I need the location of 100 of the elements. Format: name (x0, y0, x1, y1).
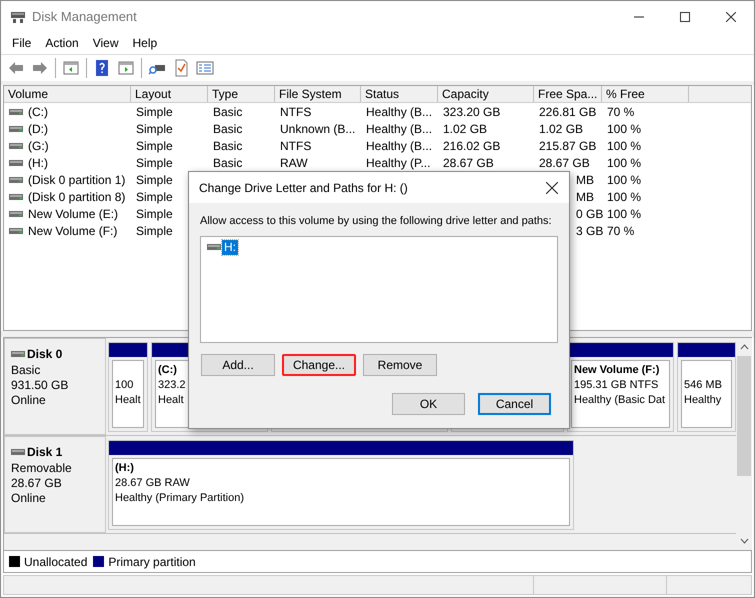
menu-item[interactable]: Help (126, 34, 164, 52)
table-cell-text: NTFS (280, 104, 312, 120)
table-cell-text: (D:) (28, 120, 48, 138)
partition-status: Healt (158, 394, 184, 406)
partition-header-bar (678, 343, 735, 357)
table-cell-text: Simple (136, 138, 173, 154)
dialog-button[interactable]: Remove (363, 354, 437, 376)
menu-item[interactable]: View (86, 34, 126, 52)
dialog-prompt: Allow access to this volume by using the following drive letter and paths: (200, 214, 552, 229)
table-cell-text: 0 GB (576, 206, 604, 222)
partition-status: Healthy (684, 394, 722, 406)
partition-status: Healt (115, 394, 141, 406)
column-header[interactable]: % Free (602, 86, 689, 102)
disk-name: Disk 0 (27, 346, 62, 363)
partition-label: New Volume (F:) (574, 364, 660, 376)
table-cell-text: (H:) (28, 154, 48, 172)
column-header[interactable]: Volume (4, 86, 131, 102)
table-cell-text: 100 % (607, 206, 642, 222)
column-header[interactable]: File System (275, 86, 361, 102)
table-cell-text: Simple (136, 188, 173, 206)
table-cell-text: Basic (213, 120, 242, 138)
table-cell-text: New Volume (F:) (28, 222, 118, 240)
drive-icon (207, 244, 221, 250)
table-cell-text: 323.20 GB (443, 104, 500, 120)
column-header[interactable]: Type (208, 86, 275, 102)
table-cell-text: Basic (213, 138, 242, 154)
paths-list[interactable]: H: (200, 236, 558, 342)
dialog-button[interactable]: Change... (282, 354, 356, 376)
partition-label: (H:) (115, 462, 134, 474)
disk-info: Basic (11, 363, 42, 378)
table-cell-text: 1.02 GB (539, 120, 584, 138)
table-cell-text: (C:) (28, 104, 48, 120)
table-cell-text: 100 % (607, 154, 642, 172)
partition-block[interactable]: (H:) 28.67 GB RAW Healthy (Primary Partition) (108, 440, 574, 530)
table-cell-text: 28.67 GB (443, 154, 494, 172)
table-cell-text: 70 % (607, 222, 634, 240)
partition-size: 195.31 GB NTFS (574, 379, 658, 391)
table-cell-text: NTFS (280, 138, 312, 154)
table-cell-text: Simple (136, 172, 173, 188)
dialog-button[interactable]: Add... (201, 354, 275, 376)
disk-drive-icon (10, 10, 26, 24)
table-cell-text: Basic (213, 154, 242, 172)
table-cell-text: 100 % (607, 172, 642, 188)
scrollbar[interactable] (736, 338, 752, 550)
disk-info: Removable (11, 461, 73, 476)
scroll-up-icon[interactable] (740, 344, 748, 350)
table-cell-text: (Disk 0 partition 8) (28, 188, 126, 206)
legend-label: Unallocated (24, 554, 88, 570)
table-cell-text: Healthy (B... (366, 104, 432, 120)
table-cell-text: Simple (136, 206, 173, 222)
table-cell-text: RAW (280, 154, 308, 172)
column-header[interactable]: Capacity (438, 86, 534, 102)
partition-status: Healthy (Primary Partition) (115, 492, 244, 504)
partition-block[interactable]: 100 Healt (108, 342, 148, 432)
table-cell-text: Healthy (P... (366, 154, 430, 172)
table-cell-text: 216.02 GB (443, 138, 500, 154)
close-icon (726, 12, 736, 22)
table-cell-text: Healthy (B... (366, 120, 432, 138)
table-cell-text: 28.67 GB (539, 154, 590, 172)
dialog-button[interactable]: Cancel (478, 392, 551, 414)
table-cell-text: (Disk 0 partition 1) (28, 172, 126, 188)
table-cell-text: Simple (136, 222, 173, 240)
menu-item[interactable]: Action (38, 34, 86, 52)
table-cell-text: 215.87 GB (539, 138, 596, 154)
table-cell-text: Simple (136, 154, 173, 172)
table-cell-text: Healthy (B... (366, 138, 432, 154)
path-item[interactable]: H: (222, 240, 238, 254)
table-cell-text: 100 % (607, 188, 642, 206)
partition-block[interactable]: 546 MB Healthy (677, 342, 736, 432)
disk-info: 28.67 GB (11, 476, 63, 491)
disk-name: Disk 1 (27, 444, 62, 461)
partition-size: 28.67 GB RAW (115, 477, 190, 489)
table-cell-text: 100 % (607, 120, 642, 138)
partition-block[interactable]: New Volume (F:) 195.31 GB NTFS Healthy (Basic Dat (567, 342, 674, 432)
close-button[interactable] (545, 180, 559, 194)
partition-size: 546 MB (684, 379, 722, 391)
partition-size: 100 (115, 379, 134, 391)
dialog-button[interactable]: OK (392, 392, 465, 414)
menu-item[interactable]: File (5, 34, 38, 52)
maximize-icon (680, 12, 690, 22)
dialog-title: Change Drive Letter and Paths for H: () (198, 180, 408, 196)
disk-info: Online (11, 393, 47, 408)
table-cell-text: New Volume (E:) (28, 206, 118, 222)
table-cell-text: 100 % (607, 138, 642, 154)
column-header[interactable]: Status (361, 86, 438, 102)
disk-info: 931.50 GB (11, 378, 70, 393)
table-cell-text: 3 GB (576, 222, 604, 240)
legend-label: Primary partition (108, 554, 196, 570)
window-title: Disk Management (32, 8, 137, 26)
table-cell-text: MB (576, 172, 594, 188)
column-header[interactable]: Layout (131, 86, 208, 102)
partition-status: Healthy (Basic Dat (574, 394, 666, 406)
scroll-down-icon[interactable] (740, 538, 748, 544)
partition-size: 323.2 (158, 379, 186, 391)
table-cell-text: Simple (136, 120, 173, 138)
table-cell-text: Simple (136, 104, 173, 120)
table-cell-text: Basic (213, 104, 242, 120)
table-cell-text: Unknown (B... (280, 120, 356, 138)
column-header[interactable]: Free Spa... (534, 86, 602, 102)
table-cell-text: 1.02 GB (443, 120, 488, 138)
